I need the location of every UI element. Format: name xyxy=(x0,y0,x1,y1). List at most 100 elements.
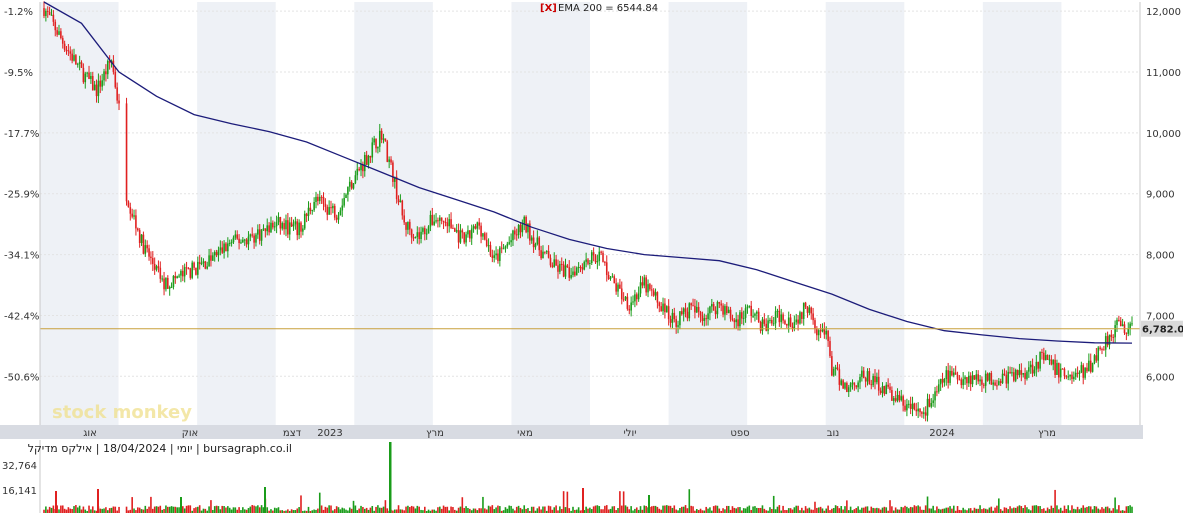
volume-bar xyxy=(1052,507,1055,513)
candle-body xyxy=(969,375,972,385)
volume-bar xyxy=(718,508,721,513)
candle-body xyxy=(870,384,873,386)
candle-body xyxy=(889,386,891,391)
volume-bar xyxy=(596,505,599,513)
volume-bar xyxy=(879,509,882,513)
volume-bar xyxy=(943,508,946,513)
volume-bar xyxy=(450,506,452,513)
volume-bar xyxy=(46,509,49,513)
volume-bar xyxy=(480,508,482,513)
candle-body xyxy=(213,252,216,256)
candle-body xyxy=(787,317,790,326)
candle-body xyxy=(480,225,482,237)
candle-body xyxy=(855,385,858,388)
candle-body xyxy=(367,155,370,165)
volume-bar xyxy=(1093,506,1096,513)
x-tick-label: מרץ xyxy=(1038,428,1056,439)
volume-bar xyxy=(756,507,758,513)
volume-bar xyxy=(1035,505,1038,513)
candle-body xyxy=(1119,320,1122,327)
volume-bar xyxy=(844,506,846,513)
candle-body xyxy=(671,312,674,323)
candle-body xyxy=(909,403,912,409)
volume-bar xyxy=(198,505,201,513)
candle-body xyxy=(311,210,314,212)
candle-body xyxy=(763,319,766,324)
volume-bar xyxy=(671,507,674,513)
candle-body xyxy=(407,221,409,230)
candle-body xyxy=(630,302,632,311)
candle-body xyxy=(212,255,214,261)
volume-bar xyxy=(463,507,465,513)
candle-body xyxy=(555,259,557,266)
volume-bar xyxy=(696,509,698,513)
candle-body xyxy=(847,387,850,392)
volume-bar xyxy=(778,505,781,513)
volume-bar xyxy=(217,506,220,513)
candle-body xyxy=(703,318,706,321)
candle-body xyxy=(816,329,818,336)
volume-bar xyxy=(611,506,614,513)
candle-body xyxy=(1035,361,1038,370)
candle-body xyxy=(514,230,516,235)
volume-bar xyxy=(928,508,931,513)
volume-bar xyxy=(499,506,501,513)
candle-body xyxy=(335,217,338,220)
volume-bar xyxy=(350,508,353,513)
candle-body xyxy=(542,251,544,259)
candle-body xyxy=(474,226,477,229)
ema-close-marker[interactable]: [X] xyxy=(540,3,557,14)
volume-bar xyxy=(65,509,68,513)
candle-body xyxy=(881,386,884,393)
candle-body xyxy=(1065,376,1068,378)
candle-body xyxy=(258,229,261,241)
candle-body xyxy=(484,233,486,240)
candle-body xyxy=(757,311,760,323)
volume-bar xyxy=(983,508,985,513)
candle-body xyxy=(281,223,284,229)
candle-body xyxy=(60,31,62,39)
volume-bar xyxy=(979,505,981,513)
candle-body xyxy=(660,306,662,312)
volume-bar xyxy=(112,506,115,513)
volume-bar xyxy=(547,505,550,513)
volume-bar xyxy=(159,505,162,513)
candle-body xyxy=(960,379,963,386)
volume-bar xyxy=(219,509,222,513)
candle-body xyxy=(1028,367,1030,372)
candle-body xyxy=(900,396,903,401)
candle-body xyxy=(712,304,715,311)
volume-bar xyxy=(208,506,210,513)
volume-bar xyxy=(866,506,869,513)
candle-body xyxy=(347,186,349,195)
volume-bar xyxy=(975,508,978,513)
volume-bar xyxy=(643,505,646,513)
candle-body xyxy=(714,310,717,315)
candle-body xyxy=(998,381,1000,386)
volume-bar xyxy=(562,491,565,513)
candle-body xyxy=(320,196,323,198)
candle-body xyxy=(677,325,679,327)
volume-bar xyxy=(733,507,736,513)
volume-bar xyxy=(707,508,709,513)
volume-bar xyxy=(527,508,529,513)
volume-bar xyxy=(900,506,903,513)
candle-body xyxy=(270,222,272,233)
candle-body xyxy=(849,383,852,388)
candle-body xyxy=(795,319,798,323)
volume-bar xyxy=(73,506,75,513)
candle-body xyxy=(198,261,201,264)
volume-bar xyxy=(540,509,542,513)
candle-body xyxy=(696,306,698,313)
volume-bar xyxy=(375,506,377,513)
candle-body xyxy=(1114,325,1116,338)
candle-body xyxy=(722,305,724,315)
volume-bar xyxy=(1016,506,1019,513)
candle-body xyxy=(534,244,537,248)
volume-bar xyxy=(564,507,567,513)
candle-body xyxy=(159,267,162,279)
volume-bar xyxy=(620,505,623,513)
candle-body xyxy=(435,220,437,222)
candle-body xyxy=(161,278,163,280)
candle-body xyxy=(924,412,927,416)
